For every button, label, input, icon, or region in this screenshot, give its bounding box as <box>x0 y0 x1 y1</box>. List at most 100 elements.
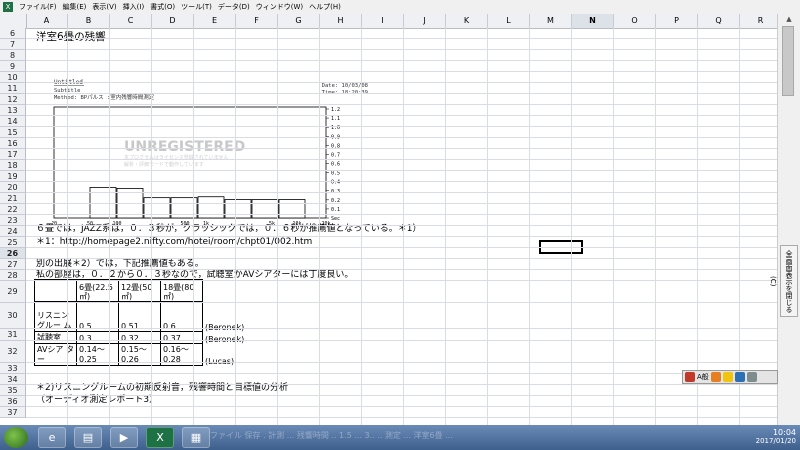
app-window-icon[interactable]: ▦ <box>182 427 210 448</box>
grid-hline <box>26 71 778 72</box>
row-header-31[interactable]: 31 <box>0 329 26 341</box>
column-header-i[interactable]: I <box>362 14 404 28</box>
row-header-8[interactable]: 8 <box>0 50 26 61</box>
close-fullscreen-button[interactable]: 全画面表示を閉じる(C) <box>769 245 798 317</box>
row-header-9[interactable]: 9 <box>0 61 26 72</box>
start-button[interactable] <box>4 427 28 448</box>
column-header-l[interactable]: L <box>488 14 530 28</box>
grid-hline <box>26 340 778 341</box>
row-header-12[interactable]: 12 <box>0 94 26 105</box>
grid-hline <box>26 170 778 171</box>
row-header-27[interactable]: 27 <box>0 259 26 270</box>
menu-edit[interactable]: 編集(E) <box>60 2 90 12</box>
help-icon[interactable] <box>734 372 745 382</box>
menu-format[interactable]: 書式(O) <box>147 2 178 12</box>
menu-window[interactable]: ウィンドウ(W) <box>253 2 306 12</box>
row-header-11[interactable]: 11 <box>0 83 26 94</box>
ie-icon[interactable]: e <box>38 427 66 448</box>
menu-view[interactable]: 表示(V) <box>89 2 119 12</box>
column-header-e[interactable]: E <box>194 14 236 28</box>
row-header-28[interactable]: 28 <box>0 270 26 281</box>
row-header-20[interactable]: 20 <box>0 182 26 193</box>
row-header-10[interactable]: 10 <box>0 72 26 83</box>
menu-file[interactable]: ファイル(F) <box>16 2 60 12</box>
row-header-22[interactable]: 22 <box>0 204 26 215</box>
column-header-r[interactable]: R <box>740 14 782 28</box>
ytick-label: 1.2 <box>331 107 340 113</box>
table-cell: 0.5 <box>76 301 119 332</box>
row-header-37[interactable]: 37 <box>0 407 26 418</box>
row-header-35[interactable]: 35 <box>0 385 26 396</box>
clock-date[interactable]: 2017/01/20 <box>676 437 796 445</box>
column-header-m[interactable]: M <box>530 14 572 28</box>
row-header-32[interactable]: 32 <box>0 341 26 363</box>
column-header-q[interactable]: Q <box>698 14 740 28</box>
scroll-up-arrow-icon[interactable]: ▲ <box>778 14 800 24</box>
row-header-6[interactable]: 6 <box>0 28 26 39</box>
row-header-17[interactable]: 17 <box>0 149 26 160</box>
excel-taskbar-icon[interactable]: X <box>146 427 174 448</box>
column-header-b[interactable]: B <box>68 14 110 28</box>
ytick-label: 1.1 <box>331 116 340 122</box>
row-header-24[interactable]: 24 <box>0 226 26 237</box>
row-header-16[interactable]: 16 <box>0 138 26 149</box>
row-header-25[interactable]: 25 <box>0 237 26 248</box>
column-header-o[interactable]: O <box>614 14 656 28</box>
ime-mode-label[interactable]: A般 <box>697 372 709 382</box>
grid-hline <box>26 362 778 363</box>
grid-hline <box>26 60 778 61</box>
row-header-7[interactable]: 7 <box>0 39 26 50</box>
column-header-p[interactable]: P <box>656 14 698 28</box>
table-cell: リスニン グルー ム <box>34 301 77 332</box>
column-header-d[interactable]: D <box>152 14 194 28</box>
language-bar[interactable]: A般 <box>682 370 778 384</box>
explorer-folder-icon[interactable]: ▤ <box>74 427 102 448</box>
menu-tools[interactable]: ツール(T) <box>178 2 215 12</box>
row-header-36[interactable]: 36 <box>0 396 26 407</box>
row-header-34[interactable]: 34 <box>0 374 26 385</box>
clock-time[interactable]: 10:04 <box>676 428 796 437</box>
table-cell: (Beronek) <box>205 322 245 332</box>
grid-hline <box>26 214 778 215</box>
menu-data[interactable]: データ(D) <box>215 2 253 12</box>
row-header-21[interactable]: 21 <box>0 193 26 204</box>
menu-help[interactable]: ヘルプ(H) <box>306 2 344 12</box>
row-header-18[interactable]: 18 <box>0 160 26 171</box>
column-header-a[interactable]: A <box>26 14 68 28</box>
sheet-grid[interactable]: 洋室6畳の残響 Untitled Subtitle Method: BPパルス … <box>26 28 778 425</box>
row-header-26[interactable]: 26 <box>0 248 26 259</box>
excel-app-icon[interactable]: X <box>3 2 13 12</box>
column-header-k[interactable]: K <box>446 14 488 28</box>
tool-icon[interactable] <box>722 372 733 382</box>
table-header-cell: 6畳(22.5㎡) <box>76 279 119 302</box>
media-player-icon[interactable]: ▶ <box>110 427 138 448</box>
row-header-29[interactable]: 29 <box>0 281 26 303</box>
table-cell: (Beronek) <box>205 334 245 344</box>
column-header-c[interactable]: C <box>110 14 152 28</box>
row-header-13[interactable]: 13 <box>0 105 26 116</box>
scroll-thumb[interactable] <box>782 26 794 96</box>
row-header-30[interactable]: 30 <box>0 303 26 329</box>
ime-icon[interactable] <box>685 372 695 382</box>
table-cell: 0.51 <box>118 301 161 332</box>
grid-vline <box>697 28 698 425</box>
column-header-j[interactable]: J <box>404 14 446 28</box>
grid-vline <box>235 28 236 425</box>
grid-vline <box>655 28 656 425</box>
column-header-g[interactable]: G <box>278 14 320 28</box>
dictionary-icon[interactable] <box>710 372 721 382</box>
row-header-33[interactable]: 33 <box>0 363 26 374</box>
row-header-15[interactable]: 15 <box>0 127 26 138</box>
options-icon[interactable] <box>746 372 757 382</box>
column-header-f[interactable]: F <box>236 14 278 28</box>
vertical-scrollbar[interactable]: ▲ <box>777 14 800 425</box>
row-header-19[interactable]: 19 <box>0 171 26 182</box>
row-header-14[interactable]: 14 <box>0 116 26 127</box>
select-all-corner[interactable] <box>0 14 27 28</box>
row-header-23[interactable]: 23 <box>0 215 26 226</box>
column-header-h[interactable]: H <box>320 14 362 28</box>
grid-hline <box>26 280 778 281</box>
grid-hline <box>26 373 778 374</box>
column-header-n[interactable]: N <box>572 14 614 28</box>
menu-insert[interactable]: 挿入(I) <box>120 2 148 12</box>
